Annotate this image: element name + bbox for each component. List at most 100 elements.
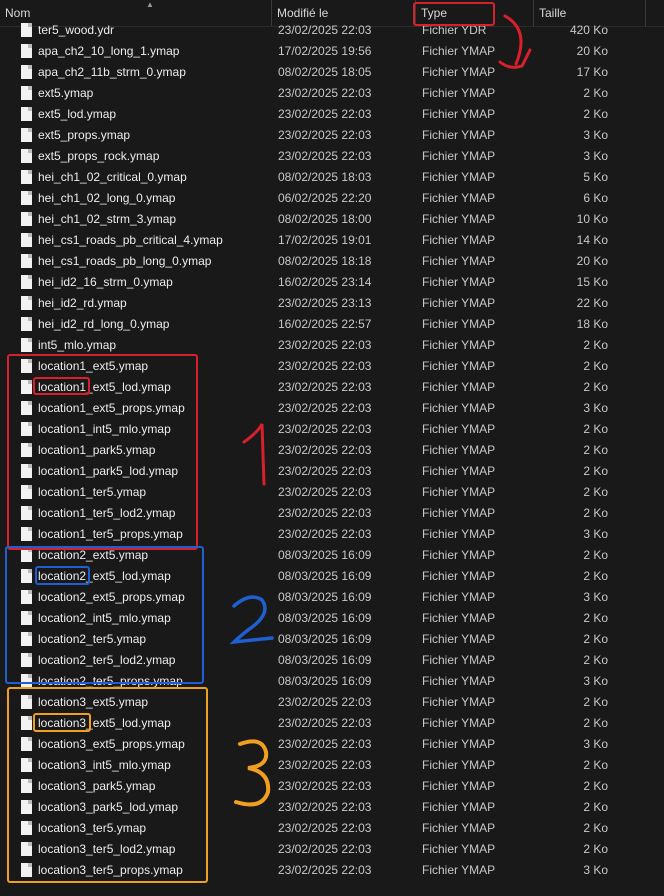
- file-row[interactable]: location3_int5_mlo.ymap 23/02/2025 22:03 F…: [0, 755, 664, 776]
- file-row[interactable]: location2_ter5_lod2.ymap 08/03/2025 16:09…: [0, 650, 664, 671]
- file-name: ext5_props.ymap: [38, 128, 131, 142]
- file-type: Fichier YMAP: [422, 569, 496, 583]
- file-name: location3_ext5_lod.ymap: [38, 716, 171, 730]
- file-modified: 23/02/2025 22:03: [278, 86, 372, 100]
- file-row[interactable]: ter5_wood.ydr 23/02/2025 22:03 Fichier YDR…: [0, 20, 664, 41]
- file-name: location1_int5_mlo.ymap: [38, 422, 171, 436]
- file-size: 2 Ko: [583, 758, 608, 772]
- file-type: Fichier YMAP: [422, 653, 496, 667]
- file-row[interactable]: location1_ext5_props.ymap 23/02/2025 22:0…: [0, 398, 664, 419]
- file-row[interactable]: hei_cs1_roads_pb_critical_4.ymap 17/02/20…: [0, 230, 664, 251]
- file-type: Fichier YMAP: [422, 65, 496, 79]
- file-modified: 17/02/2025 19:01: [278, 233, 372, 247]
- file-size: 2 Ko: [583, 653, 608, 667]
- file-modified: 08/03/2025 16:09: [278, 632, 372, 646]
- file-modified: 23/02/2025 22:03: [278, 737, 372, 751]
- file-row[interactable]: hei_cs1_roads_pb_long_0.ymap 08/02/2025 1…: [0, 251, 664, 272]
- file-name: location1_park5.ymap: [38, 443, 156, 457]
- file-modified: 08/02/2025 18:03: [278, 170, 372, 184]
- file-row[interactable]: apa_ch2_11b_strm_0.ymap 08/02/2025 18:05 F…: [0, 62, 664, 83]
- file-row[interactable]: hei_id2_16_strm_0.ymap 16/02/2025 23:14 Fi…: [0, 272, 664, 293]
- file-type: Fichier YMAP: [422, 170, 496, 184]
- file-row[interactable]: location3_ext5_props.ymap 23/02/2025 22:0…: [0, 734, 664, 755]
- file-row[interactable]: location2_int5_mlo.ymap 08/03/2025 16:09 F…: [0, 608, 664, 629]
- file-row[interactable]: ext5_props_rock.ymap 23/02/2025 22:03 Fich…: [0, 146, 664, 167]
- file-row[interactable]: hei_ch1_02_long_0.ymap 06/02/2025 22:20 Fi…: [0, 188, 664, 209]
- file-type: Fichier YMAP: [422, 233, 496, 247]
- file-row[interactable]: location1_ext5_lod.ymap 23/02/2025 22:03 F…: [0, 377, 664, 398]
- file-type: Fichier YMAP: [422, 695, 496, 709]
- file-icon: [21, 737, 32, 751]
- file-size: 2 Ko: [583, 695, 608, 709]
- file-name: ext5_props_rock.ymap: [38, 149, 160, 163]
- file-row[interactable]: location3_ter5_lod2.ymap 23/02/2025 22:03…: [0, 839, 664, 860]
- file-name: location3_ext5_props.ymap: [38, 737, 185, 751]
- file-row[interactable]: location1_park5_lod.ymap 23/02/2025 22:03…: [0, 461, 664, 482]
- file-row[interactable]: location2_ter5_props.ymap 08/03/2025 16:0…: [0, 671, 664, 692]
- file-type: Fichier YMAP: [422, 44, 496, 58]
- file-name: location3_park5_lod.ymap: [38, 800, 179, 814]
- file-row[interactable]: hei_ch1_02_strm_3.ymap 08/02/2025 18:00 Fi…: [0, 209, 664, 230]
- file-row[interactable]: location1_int5_mlo.ymap 23/02/2025 22:03 F…: [0, 419, 664, 440]
- file-name: location1_ter5_lod2.ymap: [38, 506, 176, 520]
- file-row[interactable]: location3_ext5_lod.ymap 23/02/2025 22:03 F…: [0, 713, 664, 734]
- file-icon: [21, 170, 32, 184]
- file-row[interactable]: location2_ter5.ymap 08/03/2025 16:09 Fichi…: [0, 629, 664, 650]
- file-row[interactable]: location2_ext5_lod.ymap 08/03/2025 16:09 F…: [0, 566, 664, 587]
- file-type: Fichier YMAP: [422, 191, 496, 205]
- file-row[interactable]: location3_ter5.ymap 23/02/2025 22:03 Fichi…: [0, 818, 664, 839]
- file-row[interactable]: location2_ext5_props.ymap 08/03/2025 16:0…: [0, 587, 664, 608]
- file-type: Fichier YMAP: [422, 422, 496, 436]
- file-size: 3 Ko: [583, 401, 608, 415]
- file-size: 18 Ko: [576, 317, 608, 331]
- file-size: 2 Ko: [583, 86, 608, 100]
- file-name: hei_id2_16_strm_0.ymap: [38, 275, 173, 289]
- file-icon: [21, 128, 32, 142]
- file-row[interactable]: hei_id2_rd.ymap 23/02/2025 23:13 Fichier Y…: [0, 293, 664, 314]
- file-size: 6 Ko: [583, 191, 608, 205]
- file-icon: [21, 674, 32, 688]
- file-type: Fichier YMAP: [422, 800, 496, 814]
- file-row[interactable]: location3_ter5_props.ymap 23/02/2025 22:0…: [0, 860, 664, 881]
- file-row[interactable]: int5_mlo.ymap 23/02/2025 22:03 Fichier YMA…: [0, 335, 664, 356]
- file-row[interactable]: hei_id2_rd_long_0.ymap 16/02/2025 22:57 Fi…: [0, 314, 664, 335]
- file-size: 2 Ko: [583, 779, 608, 793]
- file-row[interactable]: ext5_props.ymap 23/02/2025 22:03 Fichier Y…: [0, 125, 664, 146]
- file-row[interactable]: ext5_lod.ymap 23/02/2025 22:03 Fichier YMA…: [0, 104, 664, 125]
- file-modified: 23/02/2025 22:03: [278, 506, 372, 520]
- file-row[interactable]: location2_ext5.ymap 08/03/2025 16:09 Fichi…: [0, 545, 664, 566]
- file-row[interactable]: apa_ch2_10_long_1.ymap 17/02/2025 19:56 Fi…: [0, 41, 664, 62]
- file-name: location1_park5_lod.ymap: [38, 464, 179, 478]
- file-icon: [21, 443, 32, 457]
- file-name: location3_park5.ymap: [38, 779, 156, 793]
- file-row[interactable]: hei_ch1_02_critical_0.ymap 08/02/2025 18:…: [0, 167, 664, 188]
- file-row[interactable]: ext5.ymap 23/02/2025 22:03 Fichier YMAP 2 K…: [0, 83, 664, 104]
- file-name: location3_int5_mlo.ymap: [38, 758, 171, 772]
- file-row[interactable]: location3_ext5.ymap 23/02/2025 22:03 Fichi…: [0, 692, 664, 713]
- file-type: Fichier YMAP: [422, 128, 496, 142]
- file-row[interactable]: location1_ter5_props.ymap 23/02/2025 22:0…: [0, 524, 664, 545]
- file-modified: 23/02/2025 22:03: [278, 443, 372, 457]
- file-row[interactable]: location1_park5.ymap 23/02/2025 22:03 Fich…: [0, 440, 664, 461]
- file-type: Fichier YMAP: [422, 611, 496, 625]
- file-row[interactable]: location1_ext5.ymap 23/02/2025 22:03 Fichi…: [0, 356, 664, 377]
- file-name: hei_cs1_roads_pb_critical_4.ymap: [38, 233, 223, 247]
- file-size: 3 Ko: [583, 149, 608, 163]
- file-type: Fichier YMAP: [422, 527, 496, 541]
- file-size: 3 Ko: [583, 863, 608, 877]
- file-icon: [21, 695, 32, 709]
- file-row[interactable]: location1_ter5_lod2.ymap 23/02/2025 22:03…: [0, 503, 664, 524]
- file-size: 3 Ko: [583, 737, 608, 751]
- file-size: 2 Ko: [583, 422, 608, 436]
- file-name: apa_ch2_11b_strm_0.ymap: [38, 65, 186, 79]
- file-row[interactable]: location3_park5_lod.ymap 23/02/2025 22:03…: [0, 797, 664, 818]
- file-type: Fichier YMAP: [422, 632, 496, 646]
- file-row[interactable]: location3_park5.ymap 23/02/2025 22:03 Fich…: [0, 776, 664, 797]
- file-name: ter5_wood.ydr: [38, 23, 115, 37]
- file-name: location1_ext5.ymap: [38, 359, 149, 373]
- file-type: Fichier YMAP: [422, 590, 496, 604]
- file-icon: [21, 23, 32, 37]
- file-size: 3 Ko: [583, 590, 608, 604]
- file-row[interactable]: location1_ter5.ymap 23/02/2025 22:03 Fichi…: [0, 482, 664, 503]
- file-name: hei_id2_rd_long_0.ymap: [38, 317, 170, 331]
